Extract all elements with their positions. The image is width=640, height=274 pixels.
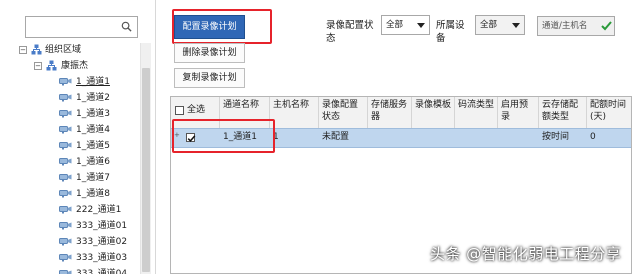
highlight-box (172, 119, 275, 153)
table-cell: 0 (590, 132, 596, 142)
tree-channel-item[interactable]: 222_通道1 (0, 203, 140, 217)
highlight-box (172, 9, 272, 44)
select-all-label: 全选 (187, 105, 206, 115)
tree-channel-label: 1_通道6 (76, 157, 110, 167)
camera-icon (59, 78, 72, 86)
tree-channel-label: 333_通道02 (76, 237, 128, 247)
camera-icon (59, 270, 72, 274)
tree-channel-item[interactable]: 1_通道8 (0, 187, 140, 201)
delete-record-plan-button[interactable]: 删除录像计划 (174, 43, 245, 63)
tree-channel-label: 1_通道1 (76, 77, 110, 87)
tree-channel-item[interactable]: 333_通道01 (0, 219, 140, 233)
record-status-select[interactable]: 全部 (381, 15, 430, 35)
check-icon[interactable] (600, 19, 613, 32)
record-status-value: 全部 (386, 20, 404, 30)
chevron-down-icon (512, 23, 520, 28)
search-input[interactable] (25, 16, 138, 38)
table-cell: 按时间 (542, 132, 570, 142)
device-value: 全部 (480, 20, 498, 30)
collapse-icon[interactable]: − (34, 62, 42, 70)
org-icon (46, 60, 57, 71)
camera-icon (59, 206, 72, 214)
tree-channel-item[interactable]: 1_通道4 (0, 123, 140, 137)
tree-channel-label: 1_通道5 (76, 141, 110, 151)
tree-channel-label: 222_通道1 (76, 205, 122, 215)
camera-icon (59, 94, 72, 102)
tree-org-label: 康振杰 (61, 61, 89, 71)
copy-record-plan-button[interactable]: 复制录像计划 (174, 68, 245, 88)
camera-icon (59, 190, 72, 198)
device-select[interactable]: 全部 (475, 15, 525, 35)
camera-icon (59, 174, 72, 182)
tree-channel-item[interactable]: 1_通道2 (0, 91, 140, 105)
tree-channel-label: 1_通道3 (76, 109, 110, 119)
channel-host-placeholder: 通道/主机名 (542, 21, 588, 31)
tree-channel-item[interactable]: 333_通道02 (0, 235, 140, 249)
tree-scrollbar-thumb[interactable] (142, 68, 150, 272)
tree-channel-item[interactable]: 1_通道1 (0, 75, 140, 89)
search-icon[interactable] (121, 21, 132, 32)
tree-channel-label: 1_通道8 (76, 189, 110, 199)
tree-channel-label: 333_通道04 (76, 269, 128, 274)
camera-icon (59, 238, 72, 246)
collapse-icon[interactable]: − (19, 46, 27, 54)
select-all-checkbox[interactable] (175, 106, 184, 115)
watermark-text: 头条 @智能化弱电工程分享 (430, 245, 622, 263)
camera-icon (59, 158, 72, 166)
tree-root-label: 组织区域 (45, 45, 82, 55)
tree-channel-item[interactable]: 1_通道3 (0, 107, 140, 121)
device-tree: − 组织区域 − 康振杰 1_通道1 1_通道2 1_通道3 1_通道4 1_通道5 1_… (0, 43, 140, 274)
camera-icon (59, 254, 72, 262)
tree-channel-item[interactable]: 333_通道04 (0, 267, 140, 274)
tree-channel-label: 1_通道7 (76, 173, 110, 183)
tree-channel-item[interactable]: 1_通道7 (0, 171, 140, 185)
tree-channel-label: 333_通道03 (76, 253, 128, 263)
tree-channel-label: 333_通道01 (76, 221, 128, 231)
table-cell: 未配置 (322, 132, 350, 142)
camera-icon (59, 222, 72, 230)
tree-channel-label: 1_通道4 (76, 125, 110, 135)
tree-channel-item[interactable]: 333_通道03 (0, 251, 140, 265)
tree-channel-label: 1_通道2 (76, 93, 110, 103)
tree-channel-item[interactable]: 1_通道6 (0, 155, 140, 169)
tree-node-root[interactable]: − 组织区域 (0, 43, 140, 57)
record-status-label: 录像配置状态 (326, 20, 374, 44)
camera-icon (59, 142, 72, 150)
camera-icon (59, 126, 72, 134)
device-label: 所属设备 (436, 20, 465, 44)
camera-icon (59, 110, 72, 118)
tree-node-org[interactable]: − 康振杰 (0, 59, 140, 73)
chevron-down-icon (417, 23, 425, 28)
tree-channel-item[interactable]: 1_通道5 (0, 139, 140, 153)
org-icon (31, 44, 42, 55)
